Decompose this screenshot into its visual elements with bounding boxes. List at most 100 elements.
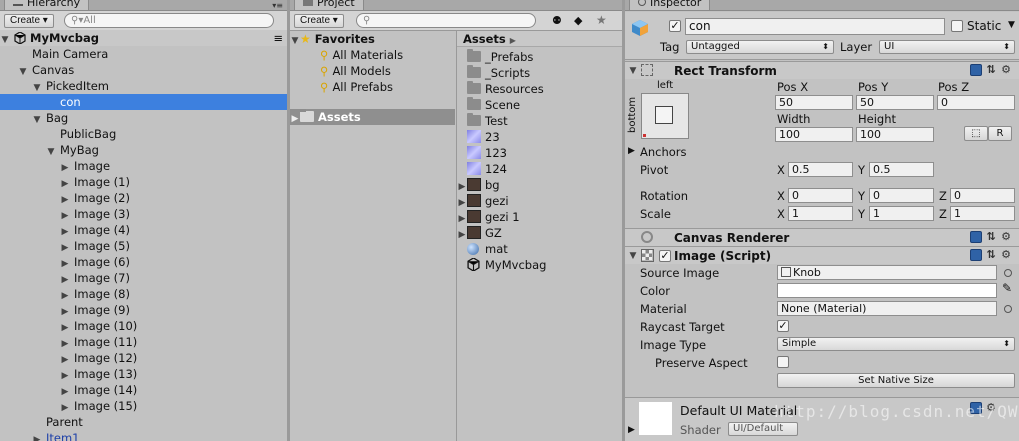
hierarchy-search-input[interactable]: ⚲▾All — [64, 13, 274, 28]
hierarchy-item[interactable]: ▶ Image (9) — [0, 302, 287, 318]
help-book-icon[interactable] — [970, 64, 982, 76]
source-image-field[interactable]: Knob — [777, 265, 997, 280]
scale-x-field[interactable]: 1 — [788, 206, 853, 221]
asset-item[interactable]: 23 — [457, 129, 622, 145]
breadcrumb[interactable]: Assets ▶ — [457, 31, 622, 47]
hierarchy-item[interactable]: ▶ Image (10) — [0, 318, 287, 334]
hierarchy-item[interactable]: PublicBag — [0, 126, 287, 142]
favorite-star-icon[interactable]: ★ — [596, 13, 607, 27]
hierarchy-item[interactable]: ▼ Bag — [0, 110, 287, 126]
create-button[interactable]: Create ▾ — [294, 14, 344, 28]
tag-dropdown[interactable]: Untagged ⬍ — [686, 40, 834, 54]
scale-y-field[interactable]: 1 — [869, 206, 934, 221]
preserve-aspect-checkbox[interactable] — [777, 356, 789, 368]
project-tab[interactable]: Project — [294, 0, 364, 11]
hierarchy-item[interactable]: ▶ Item1 — [0, 430, 287, 441]
panel-menu-icon[interactable]: ▾≡ — [272, 1, 283, 10]
asset-item[interactable]: ▶ gezi — [457, 193, 622, 209]
asset-item[interactable]: _Scripts — [457, 65, 622, 81]
hierarchy-item[interactable]: ▼ PickedItem — [0, 78, 287, 94]
favorite-item[interactable]: ⚲ All Models — [290, 63, 455, 79]
material-field[interactable]: None (Material) — [777, 301, 997, 316]
gear-icon[interactable]: ⚙ — [1000, 231, 1012, 243]
object-picker-icon[interactable] — [1004, 269, 1012, 277]
hierarchy-tab[interactable]: Hierarchy — [4, 0, 90, 11]
help-book-icon[interactable] — [970, 249, 982, 261]
anchors-foldout[interactable]: Anchors — [640, 145, 687, 159]
scene-menu-icon[interactable]: ≡ — [273, 30, 283, 46]
image-enabled-checkbox[interactable]: ✓ — [659, 250, 671, 262]
hierarchy-item[interactable]: ▶ Image (1) — [0, 174, 287, 190]
favorite-item[interactable]: ⚲ All Prefabs — [290, 79, 455, 95]
hierarchy-item[interactable]: ▶ Image — [0, 158, 287, 174]
raycast-target-checkbox[interactable]: ✓ — [777, 320, 789, 332]
rotation-x-field[interactable]: 0 — [788, 188, 853, 203]
width-field[interactable]: 100 — [775, 127, 853, 142]
hierarchy-item[interactable]: ▶ Image (12) — [0, 350, 287, 366]
hierarchy-item[interactable]: ▶ Image (3) — [0, 206, 287, 222]
project-search-input[interactable]: ⚲ — [356, 13, 536, 28]
asset-item[interactable]: 124 — [457, 161, 622, 177]
asset-item[interactable]: Scene — [457, 97, 622, 113]
canvas-renderer-header[interactable]: Canvas Renderer ⇅ ⚙ — [625, 228, 1019, 246]
image-type-dropdown[interactable]: Simple ⬍ — [777, 337, 1015, 351]
hierarchy-item[interactable]: ▶ Image (13) — [0, 366, 287, 382]
layer-dropdown[interactable]: UI ⬍ — [879, 40, 1015, 54]
hierarchy-item[interactable]: ▼ Canvas — [0, 62, 287, 78]
set-native-size-button[interactable]: Set Native Size — [777, 373, 1015, 388]
pivot-x-field[interactable]: 0.5 — [788, 162, 853, 177]
hierarchy-item[interactable]: ▶ Image (8) — [0, 286, 287, 302]
asset-item[interactable]: MyMvcbag — [457, 257, 622, 273]
filter-label-icon[interactable]: ◆ — [574, 14, 582, 27]
blueprint-mode-button[interactable]: ⬚ — [964, 126, 988, 141]
rect-transform-header[interactable]: ▼ Rect Transform ⇅ ⚙ — [625, 61, 1019, 79]
assets-folder-row[interactable]: ▶ Assets — [290, 109, 455, 125]
hierarchy-item[interactable]: ▶ Image (5) — [0, 238, 287, 254]
scale-z-field[interactable]: 1 — [950, 206, 1015, 221]
pos-z-field[interactable]: 0 — [937, 95, 1015, 110]
asset-item[interactable]: ▶ gezi 1 — [457, 209, 622, 225]
asset-item[interactable]: ▶ bg — [457, 177, 622, 193]
shader-dropdown[interactable]: UI/Default — [728, 422, 798, 436]
expand-arrow-icon[interactable]: ▶ — [32, 432, 42, 441]
asset-item[interactable]: 123 — [457, 145, 622, 161]
filter-type-icon[interactable]: ⚉ — [552, 14, 562, 27]
height-field[interactable]: 100 — [856, 127, 934, 142]
pos-x-field[interactable]: 50 — [775, 95, 853, 110]
rotation-y-field[interactable]: 0 — [869, 188, 934, 203]
asset-item[interactable]: ▶ GZ — [457, 225, 622, 241]
hierarchy-item[interactable]: ▶ Image (15) — [0, 398, 287, 414]
hierarchy-item[interactable]: Parent — [0, 414, 287, 430]
active-checkbox[interactable]: ✓ — [669, 20, 681, 32]
pivot-y-field[interactable]: 0.5 — [869, 162, 934, 177]
hierarchy-item[interactable]: ▶ Image (11) — [0, 334, 287, 350]
favorite-item[interactable]: ⚲ All Materials — [290, 47, 455, 63]
gear-icon[interactable]: ⚙ — [1000, 249, 1012, 261]
hierarchy-item[interactable]: Main Camera — [0, 46, 287, 62]
static-checkbox[interactable] — [951, 20, 963, 32]
hierarchy-item[interactable]: ▶ Image (14) — [0, 382, 287, 398]
asset-item[interactable]: mat — [457, 241, 622, 257]
eyedropper-icon[interactable]: ✎ — [1002, 281, 1012, 295]
create-button[interactable]: Create ▾ — [4, 14, 54, 28]
hierarchy-item[interactable]: ▶ Image (2) — [0, 190, 287, 206]
scene-row[interactable]: ▼ MyMvcbag ≡ — [0, 30, 287, 46]
object-picker-icon[interactable] — [1004, 305, 1012, 313]
asset-item[interactable]: Test — [457, 113, 622, 129]
anchor-presets-button[interactable] — [641, 93, 689, 139]
hierarchy-item[interactable]: con — [0, 94, 287, 110]
hierarchy-item[interactable]: ▶ Image (6) — [0, 254, 287, 270]
gear-icon[interactable]: ⚙ — [1000, 64, 1012, 76]
hierarchy-item[interactable]: ▶ Image (4) — [0, 222, 287, 238]
hierarchy-item[interactable]: ▶ Image (7) — [0, 270, 287, 286]
favorites-header[interactable]: ▼ ★ Favorites — [290, 31, 455, 47]
preset-icon[interactable]: ⇅ — [985, 64, 997, 76]
help-book-icon[interactable] — [970, 231, 982, 243]
color-field[interactable] — [777, 283, 997, 298]
asset-item[interactable]: _Prefabs — [457, 49, 622, 65]
preset-icon[interactable]: ⇅ — [985, 231, 997, 243]
asset-item[interactable]: Resources — [457, 81, 622, 97]
raw-edit-button[interactable]: R — [988, 126, 1012, 141]
rotation-z-field[interactable]: 0 — [950, 188, 1015, 203]
static-dropdown-icon[interactable]: ▼ — [1008, 20, 1015, 30]
